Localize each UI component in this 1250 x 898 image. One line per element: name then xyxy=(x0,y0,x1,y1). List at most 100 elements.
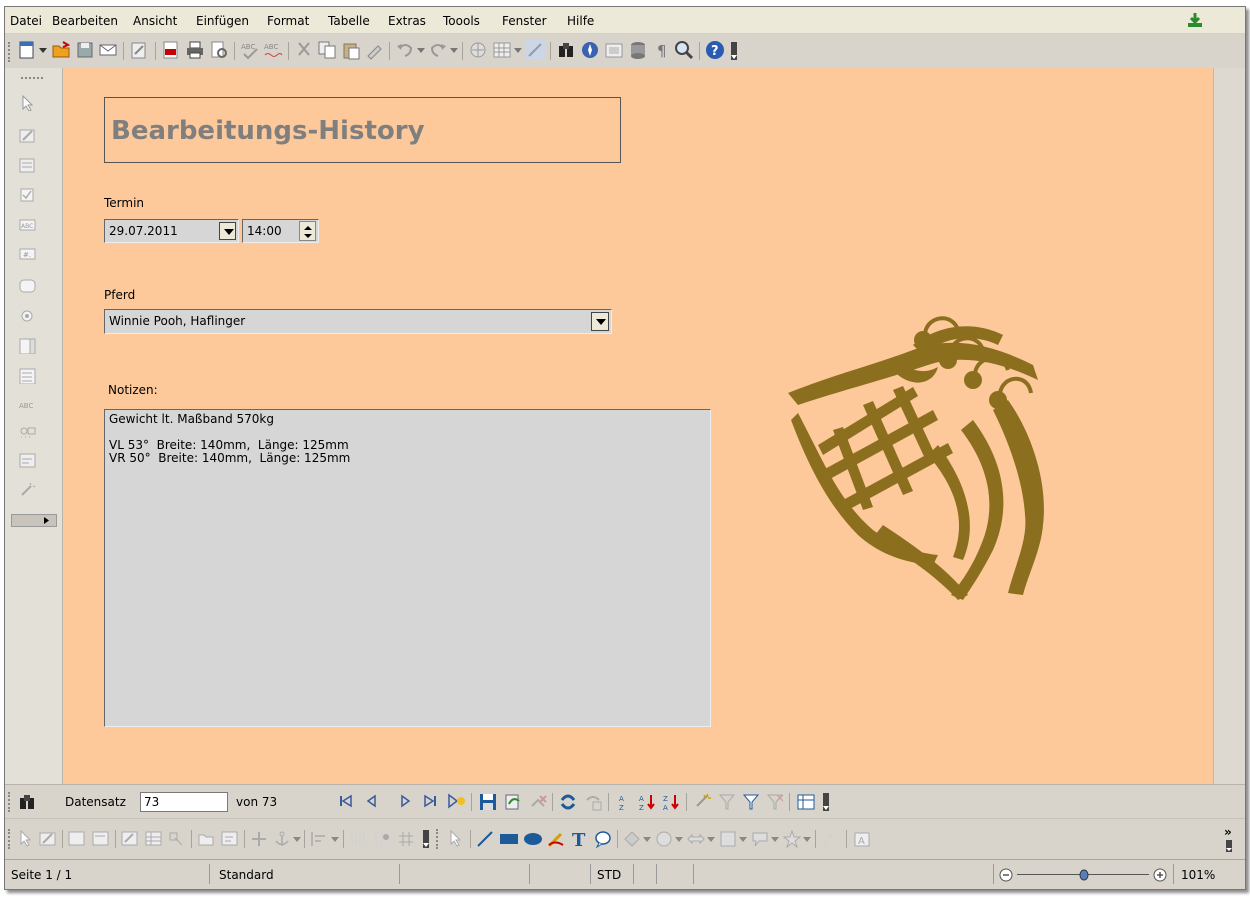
save-icon[interactable] xyxy=(75,40,95,60)
spellcheck-icon[interactable]: ABC xyxy=(240,40,260,60)
design-mode-icon[interactable] xyxy=(39,830,57,848)
standard-filter-icon[interactable] xyxy=(741,792,761,812)
toolbar-overflow-icon[interactable] xyxy=(821,791,831,813)
toolbar-overflow-icon[interactable] xyxy=(729,40,739,62)
display-grid-icon[interactable] xyxy=(350,830,368,848)
block-arrows-icon[interactable] xyxy=(687,830,705,848)
push-button-icon[interactable] xyxy=(19,278,37,294)
form-properties-icon[interactable] xyxy=(92,830,110,848)
delete-record-icon[interactable] xyxy=(528,792,548,812)
zoom-level[interactable]: 101% xyxy=(1181,868,1215,882)
find-record-icon[interactable] xyxy=(17,792,37,812)
label-field-icon[interactable]: ABC xyxy=(19,397,37,413)
sort-icon[interactable]: AZ xyxy=(614,792,634,812)
find-icon[interactable] xyxy=(556,40,576,60)
basic-shapes-icon[interactable] xyxy=(623,830,641,848)
time-spin-button[interactable] xyxy=(299,221,316,241)
toolbar-more-icon[interactable]: » xyxy=(1223,824,1237,854)
export-pdf-icon[interactable] xyxy=(161,40,181,60)
toolbar-grip[interactable] xyxy=(8,829,13,849)
stars-icon[interactable] xyxy=(783,830,801,848)
undo-record-icon[interactable] xyxy=(503,792,523,812)
toolbar-expand-button[interactable] xyxy=(11,514,57,527)
chevron-down-icon[interactable] xyxy=(707,837,715,843)
freeform-line-icon[interactable] xyxy=(547,830,565,848)
control-wizards-icon[interactable] xyxy=(19,157,37,173)
combo-box-icon[interactable] xyxy=(19,368,37,384)
formatting-marks-icon[interactable]: ¶ xyxy=(652,40,672,60)
more-controls-icon[interactable] xyxy=(19,423,37,439)
symbol-shapes-icon[interactable] xyxy=(655,830,673,848)
anchor-icon[interactable] xyxy=(273,830,291,848)
select-pointer-icon[interactable] xyxy=(19,95,37,111)
redo-icon[interactable] xyxy=(428,40,448,60)
line-icon[interactable] xyxy=(476,830,494,848)
page-style[interactable]: Standard xyxy=(219,868,274,882)
chevron-down-icon[interactable] xyxy=(450,48,458,54)
menu-hilfe[interactable]: Hilfe xyxy=(567,14,594,28)
menu-bearbeiten[interactable]: Bearbeiten xyxy=(52,14,118,28)
refresh-control-icon[interactable] xyxy=(583,792,603,812)
chevron-down-icon[interactable] xyxy=(417,48,425,54)
snap-to-grid-icon[interactable] xyxy=(374,830,392,848)
toolbar-grip[interactable] xyxy=(8,792,13,812)
toolbar-grip[interactable] xyxy=(436,829,441,849)
list-box-icon[interactable] xyxy=(19,338,37,354)
design-mode-icon[interactable] xyxy=(19,127,37,143)
rectangle-icon[interactable] xyxy=(499,830,519,848)
pferd-dropdown-button[interactable] xyxy=(591,312,609,331)
menu-toools[interactable]: Toools xyxy=(443,14,480,28)
zoom-in-icon[interactable] xyxy=(1153,868,1167,882)
text-tool-icon[interactable]: T xyxy=(570,829,588,849)
auto-filter-icon[interactable] xyxy=(693,792,713,812)
save-record-icon[interactable] xyxy=(478,792,498,812)
page-preview-icon[interactable] xyxy=(209,40,229,60)
pferd-select[interactable]: Winnie Pooh, Haflinger xyxy=(104,309,612,334)
points-icon[interactable] xyxy=(822,830,840,848)
email-icon[interactable] xyxy=(98,40,118,60)
refresh-icon[interactable] xyxy=(558,792,578,812)
hyperlink-icon[interactable] xyxy=(468,40,488,60)
sort-ascending-icon[interactable]: AZ xyxy=(638,792,658,812)
paste-icon[interactable] xyxy=(341,40,361,60)
last-record-icon[interactable] xyxy=(423,794,437,808)
callouts-icon[interactable] xyxy=(751,830,769,848)
add-field-icon[interactable] xyxy=(145,830,163,848)
form-navigator-icon[interactable] xyxy=(121,830,139,848)
toolbar-grip[interactable] xyxy=(8,42,13,62)
apply-filter-icon[interactable] xyxy=(717,792,737,812)
ellipse-icon[interactable] xyxy=(523,830,543,848)
chevron-down-icon[interactable] xyxy=(514,48,522,54)
form-design-icon[interactable] xyxy=(19,452,37,468)
select-icon[interactable] xyxy=(17,830,35,848)
open-folder-icon[interactable] xyxy=(51,40,71,60)
previous-record-icon[interactable] xyxy=(365,794,379,808)
toolbar-overflow-icon[interactable] xyxy=(421,828,431,850)
edit-file-icon[interactable] xyxy=(129,40,149,60)
clone-format-icon[interactable] xyxy=(364,40,384,60)
chevron-down-icon[interactable] xyxy=(39,48,47,54)
show-draw-icon[interactable] xyxy=(525,40,545,60)
align-icon[interactable] xyxy=(310,830,328,848)
menu-extras[interactable]: Extras xyxy=(388,14,426,28)
sort-descending-icon[interactable]: ZA xyxy=(662,792,682,812)
formatted-field-icon[interactable]: #. xyxy=(19,246,37,262)
open-design-icon[interactable] xyxy=(197,830,215,848)
undo-icon[interactable] xyxy=(395,40,415,60)
cut-icon[interactable] xyxy=(294,40,314,60)
position-size-icon[interactable] xyxy=(250,830,268,848)
zoom-slider-handle[interactable] xyxy=(1079,869,1089,881)
selection-mode[interactable]: STD xyxy=(597,868,621,882)
control-properties-icon[interactable] xyxy=(68,830,86,848)
new-record-icon[interactable] xyxy=(447,792,467,810)
next-record-icon[interactable] xyxy=(398,794,412,808)
wizards-on-off-icon[interactable] xyxy=(19,481,37,497)
zoom-icon[interactable] xyxy=(674,40,694,60)
callout-icon[interactable] xyxy=(594,830,612,848)
gallery-icon[interactable] xyxy=(604,40,624,60)
copy-icon[interactable] xyxy=(317,40,337,60)
chevron-down-icon[interactable] xyxy=(771,837,779,843)
table-icon[interactable] xyxy=(492,40,512,60)
vertical-scrollbar[interactable] xyxy=(1213,68,1245,784)
toolbar-grip[interactable] xyxy=(21,77,43,81)
